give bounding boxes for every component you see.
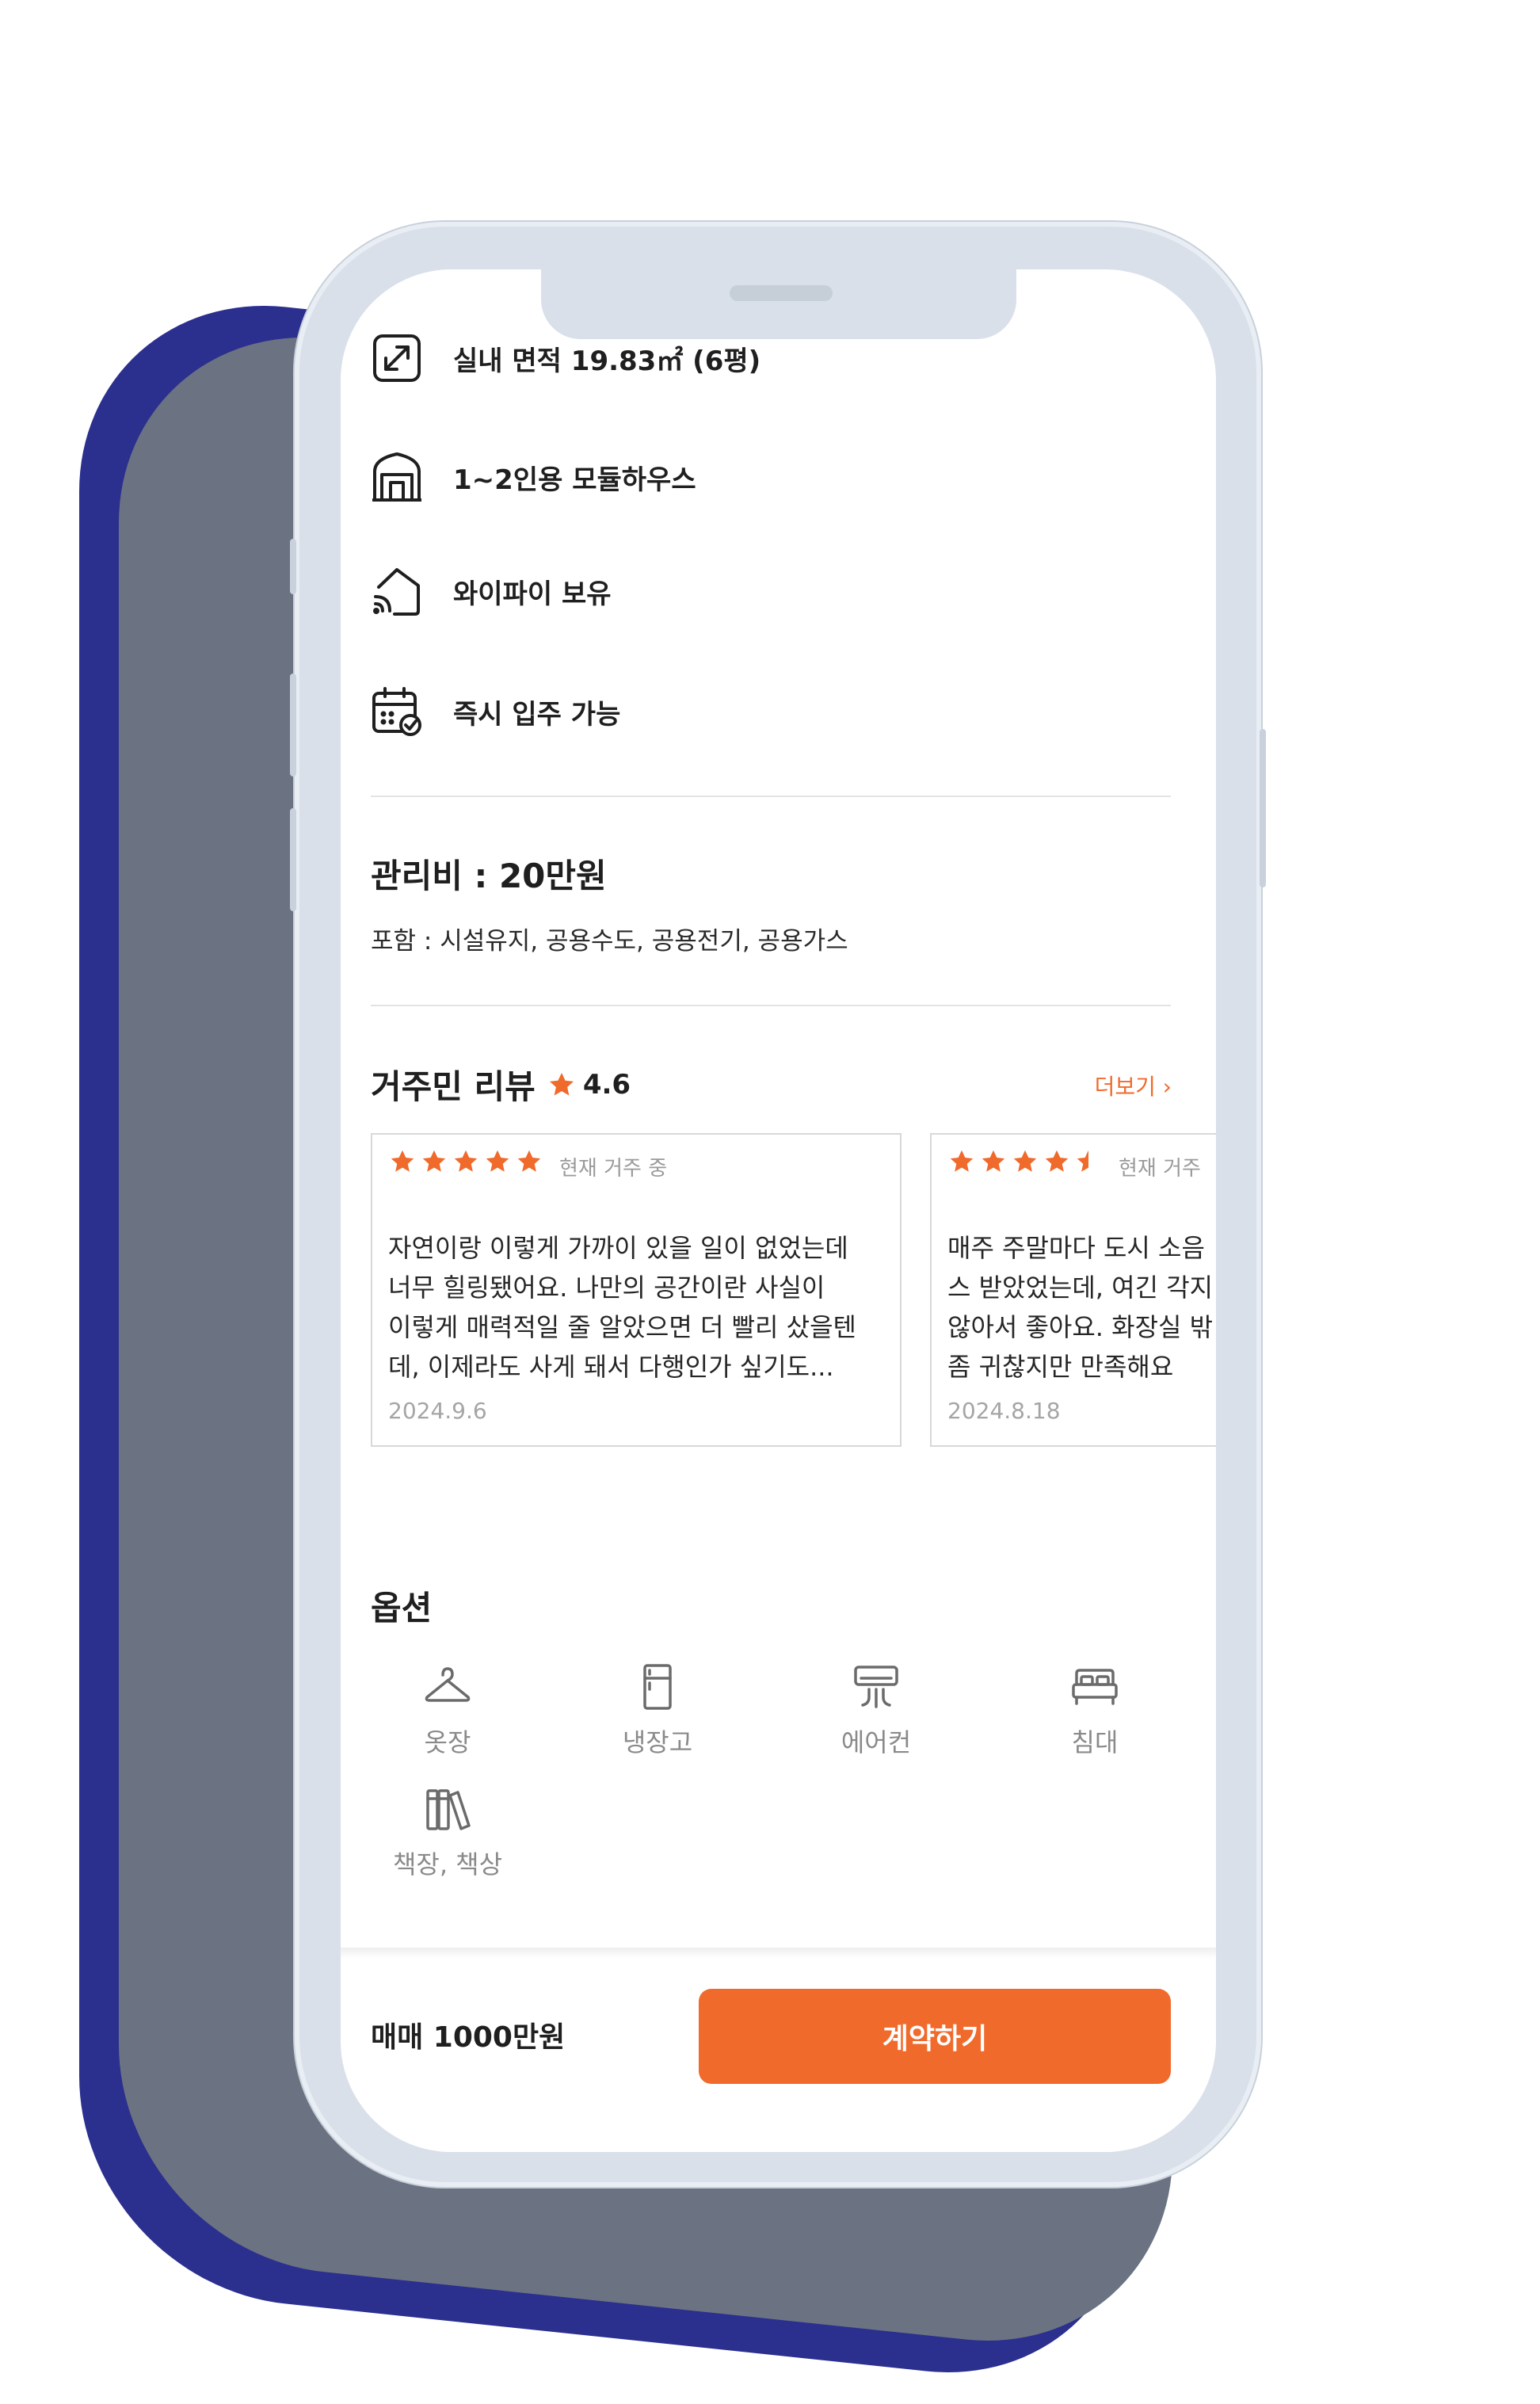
bed-icon: [1072, 1669, 1118, 1705]
feature-house-type: 1~2인용 모듈하우스: [371, 445, 696, 509]
hanger-icon: [425, 1667, 471, 1702]
reviews-title: 거주민 리뷰: [371, 1067, 536, 1106]
star-icon: [1045, 1150, 1069, 1172]
star-icon: [1013, 1150, 1037, 1172]
option-label: 에어컨: [841, 1727, 912, 1757]
review-card[interactable]: 현재 거주 매주 주말마다 도시 소음 스 받았었는데, 여긴 각지 않아서 좋…: [930, 1133, 1216, 1447]
section-divider: [371, 796, 1171, 797]
management-fee-title: 관리비 : 20만원: [371, 857, 607, 895]
notch: [541, 269, 1016, 339]
star-icon: [486, 1150, 509, 1172]
option-bookshelf-desk: 책장, 책상: [376, 1784, 519, 1881]
option-label: 냉장고: [622, 1727, 693, 1757]
power-button: [1260, 729, 1266, 887]
mute-switch: [290, 539, 296, 594]
options-title: 옵션: [371, 1589, 433, 1627]
star-icon: [391, 1150, 414, 1172]
section-divider: [371, 1005, 1171, 1006]
review-text: 자연이랑 이렇게 가까이 있을 일이 없었는데 너무 힐링됐어요. 나만의 공간…: [388, 1233, 856, 1382]
star-icon: [454, 1150, 478, 1172]
bookshelf-icon: [426, 1789, 471, 1830]
feature-label: 즉시 입주 가능: [453, 698, 621, 731]
phone-screen: 실내 면적 19.83㎡ (6평) 1~2인용 모듈하우스 와이파이 보유 즉시…: [341, 269, 1216, 2152]
feature-wifi: 와이파이 보유: [371, 559, 612, 623]
option-label: 침대: [1071, 1727, 1119, 1757]
speaker-grille: [730, 285, 833, 301]
modular-house-icon: [372, 452, 421, 502]
star-icon: [982, 1150, 1005, 1172]
air-conditioner-icon: [854, 1666, 898, 1708]
bottom-bar-shadow: [341, 1948, 1216, 1959]
option-air-conditioner: 에어컨: [805, 1662, 947, 1759]
review-text: 매주 주말마다 도시 소음 스 받았었는데, 여긴 각지 않아서 좋아요. 화장…: [947, 1233, 1214, 1382]
feature-label: 와이파이 보유: [453, 578, 612, 610]
star-icon: [950, 1150, 974, 1172]
star-icon: [517, 1150, 541, 1172]
resident-status: 현재 거주 중: [559, 1157, 668, 1181]
calendar-check-icon: [372, 687, 421, 736]
more-label: 더보기: [1094, 1074, 1156, 1100]
reviews-header: 거주민 리뷰 4.6: [371, 1060, 631, 1109]
option-label: 옷장: [424, 1727, 471, 1757]
resident-status: 현재 거주: [1119, 1157, 1201, 1181]
wifi-house-icon: [373, 568, 420, 616]
feature-label: 1~2인용 모듈하우스: [453, 464, 696, 496]
star-icon: [422, 1150, 446, 1172]
sale-price: 매매 1000만원: [371, 2021, 566, 2054]
contract-button[interactable]: 계약하기: [699, 1989, 1171, 2084]
star-icon: [549, 1072, 574, 1095]
review-card[interactable]: 현재 거주 중 자연이랑 이렇게 가까이 있을 일이 없었는데 너무 힐링됐어요…: [371, 1133, 902, 1447]
option-label: 책장, 책상: [392, 1849, 503, 1879]
volume-down-button: [290, 808, 296, 911]
management-fee-included: 포함 : 시설유지, 공용수도, 공용전기, 공용가스: [371, 927, 848, 956]
option-wardrobe: 옷장: [376, 1662, 519, 1759]
resize-arrow-icon: [373, 334, 421, 382]
feature-move-in: 즉시 입주 가능: [371, 680, 620, 743]
volume-up-button: [290, 674, 296, 777]
option-bed: 침대: [1023, 1662, 1166, 1759]
review-date: 2024.9.6: [388, 1398, 487, 1424]
option-fridge: 냉장고: [586, 1662, 729, 1759]
feature-label: 실내 면적 19.83㎡ (6평): [453, 345, 761, 377]
average-rating: 4.6: [582, 1068, 631, 1101]
review-date: 2024.8.18: [947, 1398, 1061, 1424]
star-rating: [947, 1147, 1106, 1176]
chevron-right-icon: ›: [1162, 1074, 1172, 1100]
half-star-icon: [1077, 1150, 1088, 1172]
fridge-icon: [643, 1664, 672, 1710]
more-reviews-link[interactable]: 더보기 ›: [1095, 1070, 1172, 1101]
star-rating: [388, 1147, 547, 1176]
